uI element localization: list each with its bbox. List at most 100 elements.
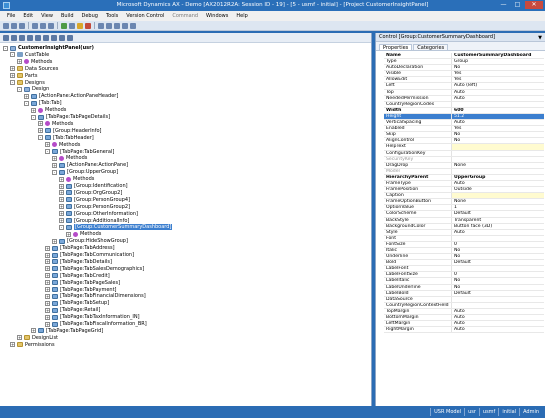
expand-icon[interactable]: +: [45, 266, 50, 272]
tree-node[interactable]: + Methods: [66, 231, 101, 237]
property-value[interactable]: No: [452, 138, 544, 143]
expand-icon[interactable]: +: [24, 93, 29, 99]
pin-icon[interactable]: ▼: [538, 34, 542, 43]
tree-node[interactable]: + [TabPage:TabDetails]: [45, 259, 112, 265]
property-value[interactable]: [452, 102, 544, 107]
tree-node[interactable]: + Methods: [45, 142, 80, 148]
tree-node[interactable]: + Methods: [52, 155, 87, 161]
expand-icon[interactable]: +: [31, 107, 36, 113]
tree-node[interactable]: + Data Sources: [10, 66, 58, 72]
expand-icon[interactable]: +: [17, 335, 22, 341]
tree-node[interactable]: + [Group:Identification]: [59, 183, 128, 189]
tree-node[interactable]: + [TabPage:TabPageSales]: [45, 280, 120, 286]
tree-node[interactable]: + [Group:PersonGroup2]: [59, 204, 130, 210]
tab-categories[interactable]: Categories: [413, 44, 449, 51]
collapse-icon[interactable]: -: [38, 135, 43, 141]
property-value[interactable]: [452, 236, 544, 241]
expand-icon[interactable]: +: [31, 328, 36, 334]
property-row[interactable]: RightMargin Auto: [384, 327, 544, 334]
expand-icon[interactable]: +: [52, 238, 57, 244]
run-icon[interactable]: [61, 22, 67, 29]
find-icon[interactable]: [98, 22, 104, 29]
tree-node[interactable]: + [TabPage:TabCredit]: [45, 273, 110, 279]
property-value[interactable]: [452, 303, 544, 308]
property-value[interactable]: UpperGroup: [452, 175, 544, 180]
properties-icon[interactable]: [106, 22, 112, 29]
tree-node[interactable]: - [TabPage:TabPageDetails]: [31, 114, 110, 120]
expand-icon[interactable]: +: [59, 183, 64, 189]
maximize-button[interactable]: □: [511, 1, 524, 9]
expand-icon[interactable]: +: [59, 190, 64, 196]
property-value[interactable]: [452, 157, 544, 162]
property-value[interactable]: Button face (3D): [452, 224, 544, 229]
tab-properties[interactable]: Properties: [379, 44, 413, 51]
collapse-icon[interactable]: -: [52, 169, 57, 175]
collapse-icon[interactable]: -: [24, 100, 29, 106]
collapse-icon[interactable]: -: [10, 52, 15, 58]
tree-node[interactable]: - Design: [17, 86, 49, 92]
collapse-icon[interactable]: -: [17, 86, 22, 92]
property-value[interactable]: No: [452, 132, 544, 137]
property-value[interactable]: Auto (left): [452, 83, 544, 88]
property-value[interactable]: [452, 144, 544, 150]
property-value[interactable]: 0: [452, 242, 544, 247]
save-icon[interactable]: [19, 22, 25, 29]
tree-save-icon[interactable]: [11, 34, 17, 41]
tree-node[interactable]: + [Group:AdditionalInfo]: [59, 218, 129, 224]
property-value[interactable]: No: [452, 248, 544, 253]
tree-node[interactable]: - [TabPage:TabGeneral]: [45, 149, 114, 155]
expand-icon[interactable]: +: [45, 245, 50, 251]
tree-node[interactable]: + Permissions: [10, 342, 55, 348]
expand-icon[interactable]: +: [45, 321, 50, 327]
tree-node[interactable]: + [TabPage:TabTaxInformation_IN]: [45, 314, 140, 320]
collapse-icon[interactable]: -: [3, 45, 8, 51]
property-value[interactable]: Auto: [452, 309, 544, 314]
tree-node[interactable]: + [ActionPane:ActionPaneHeader]: [24, 93, 118, 99]
tree-node[interactable]: - [Tab:Tab]: [24, 100, 62, 106]
property-value[interactable]: None: [452, 199, 544, 204]
menu-edit[interactable]: Edit: [19, 13, 37, 19]
tree-node[interactable]: - [Group:CustomerSummaryDashboard]: [59, 224, 173, 231]
tree-new-icon[interactable]: [3, 34, 9, 41]
tree-node[interactable]: + Methods: [59, 176, 94, 182]
property-value[interactable]: Auto: [452, 315, 544, 320]
property-value[interactable]: No: [452, 254, 544, 259]
collapse-icon[interactable]: -: [59, 224, 64, 230]
expand-icon[interactable]: +: [45, 273, 50, 279]
tree-node[interactable]: + [TabPage:TabFinancialDimensions]: [45, 293, 146, 299]
tree-export-icon[interactable]: [27, 34, 33, 41]
expand-icon[interactable]: +: [59, 218, 64, 223]
property-value[interactable]: 51.2: [452, 114, 544, 119]
property-value[interactable]: CustomerSummaryDashboard: [452, 53, 544, 58]
property-value[interactable]: Auto: [452, 321, 544, 326]
property-value[interactable]: 1: [452, 205, 544, 210]
tree-node[interactable]: + [TabPage:TabPageGrid]: [31, 328, 103, 334]
expand-icon[interactable]: +: [45, 252, 50, 258]
expand-icon[interactable]: +: [59, 204, 64, 210]
property-value[interactable]: No: [452, 278, 544, 283]
property-value[interactable]: Default: [452, 291, 544, 296]
tree-node[interactable]: + Parts: [10, 73, 37, 79]
tree-node[interactable]: + [Group:HeaderInfo]: [38, 128, 101, 134]
menu-build[interactable]: Build: [57, 13, 78, 19]
expand-icon[interactable]: +: [59, 197, 64, 203]
expand-icon[interactable]: +: [45, 300, 50, 306]
expand-icon[interactable]: +: [59, 176, 64, 182]
tree-node[interactable]: - CustomerInsightPanel(usr): [3, 45, 94, 51]
tree-node[interactable]: + DesignList: [17, 335, 58, 341]
help-icon[interactable]: [130, 22, 136, 29]
property-value[interactable]: Default: [452, 211, 544, 216]
property-value[interactable]: Auto: [452, 120, 544, 125]
property-value[interactable]: [452, 151, 544, 156]
expand-icon[interactable]: +: [45, 280, 50, 286]
tree-node[interactable]: + [TabPage:TabFiscalInformation_BR]: [45, 321, 147, 327]
new-icon[interactable]: [3, 22, 9, 29]
tree-compile-icon[interactable]: [35, 34, 41, 41]
tree-node[interactable]: - CustTable: [10, 52, 49, 58]
property-value[interactable]: Yes: [452, 77, 544, 82]
property-value[interactable]: Transparent: [452, 218, 544, 223]
tree-node[interactable]: + [TabPage:TabPayment]: [45, 287, 117, 293]
expand-icon[interactable]: +: [45, 293, 50, 299]
expand-icon[interactable]: +: [66, 231, 71, 237]
expand-icon[interactable]: +: [45, 307, 50, 313]
